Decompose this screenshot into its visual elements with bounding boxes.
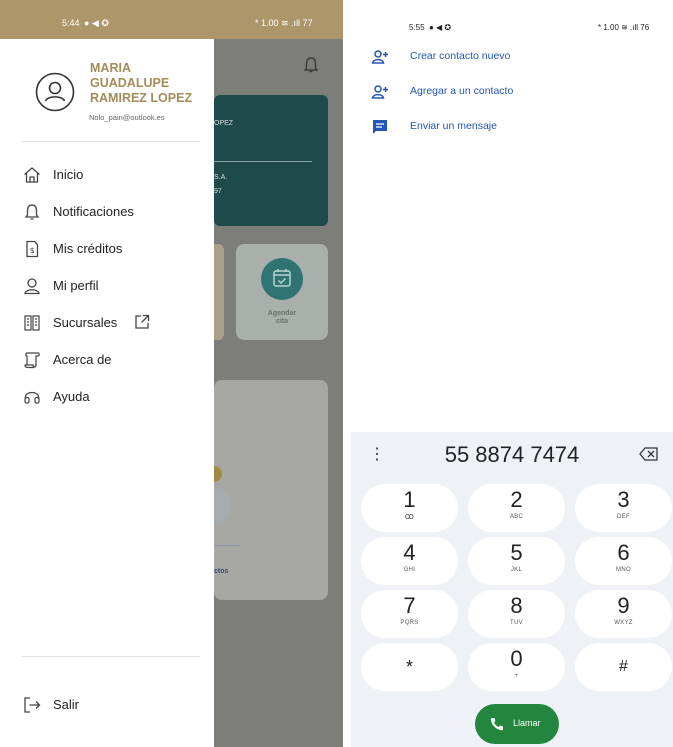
status-notification-icons: ● ◀ ✪ [429,23,452,32]
action-send-message[interactable]: Enviar un mensaje [371,116,651,138]
action-label: Crear contacto nuevo [410,50,511,62]
bell-icon [24,204,40,220]
status-bar: 5:44 ● ◀ ✪ * 1.00 ≋ .ıll 77 [0,0,343,39]
scroll-icon [24,352,40,369]
key-1[interactable]: 1 ꝏ [361,484,458,532]
action-label: Enviar un mensaje [410,120,497,132]
menu-item-label: Ayuda [53,389,90,404]
avatar-icon[interactable] [35,72,75,112]
add-person-icon [371,50,388,64]
key-8[interactable]: 8 TUV [468,590,565,638]
key-3[interactable]: 3 DEF [575,484,672,532]
menu-item-ayuda[interactable]: Ayuda [22,385,207,409]
message-icon [373,120,387,134]
status-time: 5:44 [62,18,80,28]
svg-text:$: $ [30,246,35,255]
phone-icon [490,718,503,731]
person-icon [24,278,40,295]
menu-item-inicio[interactable]: Inicio [22,163,207,187]
dialer-panel: ⋮ 55 8874 7474 1 ꝏ 2 ABC 3 DEF 4 GHI 5 J… [351,432,673,747]
logout-icon [24,697,41,713]
navigation-drawer: MARIA GUADALUPE RAMIREZ LOPEZ Nolo_pain@… [0,39,214,747]
logout-divider [22,656,200,657]
credit-document-icon: $ [26,240,39,258]
profile-divider [22,141,200,142]
menu-item-label: Inicio [53,167,84,182]
background-panel [214,380,328,600]
action-add-to-contact[interactable]: Agregar a un contacto [371,81,651,103]
right-phone-screen: 5:55 ● ◀ ✪ * 1.00 ≋ .ıll 76 Crear contac… [351,0,673,747]
menu-item-label: Mi perfil [53,278,99,293]
number-bar: ⋮ 55 8874 7474 [351,432,673,476]
left-phone-screen: 5:44 ● ◀ ✪ * 1.00 ≋ .ıll 77 OPEZ S.A. 97… [0,0,343,747]
backspace-icon[interactable] [639,446,659,462]
logout-label: Salir [53,697,80,712]
menu-item-acerca-de[interactable]: Acerca de [22,348,207,372]
background-tile-label: Agendar cita [267,310,297,325]
menu-item-label: Sucursales [53,315,118,330]
status-time: 5:55 [409,23,425,32]
voicemail-icon: ꝏ [404,511,415,521]
background-card-text: OPEZ [214,120,234,127]
user-name-line-1: MARIA [90,61,131,75]
calendar-check-icon [261,258,303,300]
action-label: Agregar a un contacto [410,85,514,97]
menu-item-sucursales[interactable]: Sucursales [22,311,207,335]
user-email: Nolo_pain@outlook.es [89,113,165,122]
key-4[interactable]: 4 GHI [361,537,458,585]
status-indicators: * 1.00 ≋ .ıll 76 [598,23,650,32]
logout-button[interactable]: Salir [22,693,207,717]
bell-icon [303,57,319,73]
key-9[interactable]: 9 WXYZ [575,590,672,638]
home-icon [24,167,40,183]
call-button[interactable]: Llamar [475,704,559,744]
menu-item-label: Acerca de [53,352,112,367]
user-name-line-3: RAMIREZ LOPEZ [90,91,193,105]
key-2[interactable]: 2 ABC [468,484,565,532]
menu-item-mis-creditos[interactable]: $ Mis créditos [22,237,207,261]
headset-icon [24,391,40,404]
branches-icon [24,315,40,331]
menu-item-mi-perfil[interactable]: Mi perfil [22,274,207,298]
menu-item-label: Mis créditos [53,241,123,256]
key-7[interactable]: 7 PQRS [361,590,458,638]
background-card-text: 97 [214,188,222,195]
menu-item-label: Notificaciones [53,204,134,219]
external-link-icon [135,314,150,329]
key-6[interactable]: 6 MNO [575,537,672,585]
action-create-contact[interactable]: Crear contacto nuevo [371,46,651,68]
background-card-divider [214,161,312,162]
key-star[interactable]: * [361,643,458,691]
status-indicators: * 1.00 ≋ .ıll 77 [255,18,313,28]
dialed-number[interactable]: 55 8874 7474 [351,442,673,468]
add-person-icon [371,85,388,99]
background-tile [214,244,224,340]
status-notification-icons: ● ◀ ✪ [84,18,109,28]
key-0[interactable]: 0 + [468,643,565,691]
user-name-line-2: GUADALUPE [90,76,170,90]
menu-item-notificaciones[interactable]: Notificaciones [22,200,207,224]
key-hash[interactable]: # [575,643,672,691]
key-5[interactable]: 5 JKL [468,537,565,585]
background-panel-text: ctos [214,568,229,575]
background-card-text: S.A. [214,174,228,181]
call-label: Llamar [513,718,541,728]
background-line [214,545,240,546]
